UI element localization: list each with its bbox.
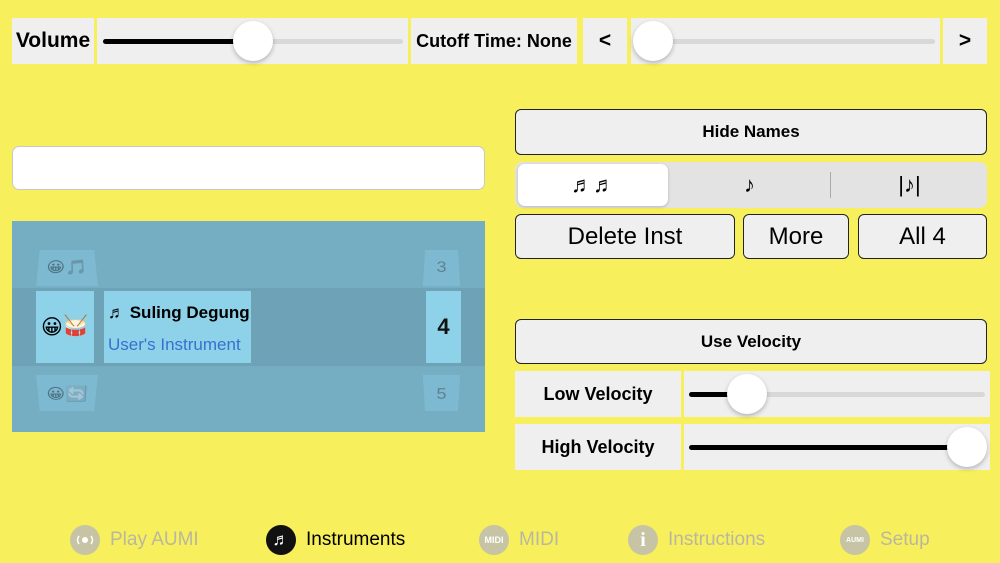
segment-notes-double[interactable]: ♬♬ [518, 164, 668, 206]
volume-slider[interactable] [97, 18, 408, 64]
emoji-instrument: 🎵 [65, 258, 89, 275]
prev-label: < [598, 29, 612, 52]
music-note-icon: ♬ [266, 525, 296, 555]
emoji-cell: 😀 🔄 [36, 374, 98, 411]
tab-label: Instruments [306, 529, 406, 550]
high-velocity-knob[interactable] [947, 427, 987, 467]
volume-label-box: Volume [12, 18, 94, 64]
hide-names-label: Hide Names [702, 122, 800, 141]
instrument-name: ♬ Suling Degung [108, 303, 250, 322]
cutoff-slider[interactable] [631, 18, 940, 64]
row-number: 3 [436, 258, 447, 275]
speaker-icon [70, 525, 100, 555]
volume-label: Volume [15, 29, 91, 52]
segment-note-single[interactable]: ♪ [672, 162, 827, 208]
tab-bar: Play AUMI ♬ Instruments MIDI MIDI i Inst… [0, 515, 1000, 563]
cutoff-label-box: Cutoff Time: None [411, 18, 577, 64]
tab-label: Instructions [668, 529, 766, 550]
low-velocity-label: Low Velocity [543, 383, 653, 404]
next-label: > [958, 29, 972, 52]
icon-glyph: i [640, 528, 646, 551]
instrument-name-cell: ♬ Suling Degung User's Instrument [104, 291, 251, 363]
use-velocity-label: Use Velocity [700, 331, 802, 351]
low-velocity-label-box: Low Velocity [515, 371, 681, 417]
instrument-subtitle: User's Instrument [108, 335, 241, 354]
midi-icon: MIDI [479, 525, 509, 555]
icon-glyph: MIDI [484, 535, 504, 545]
hide-names-button[interactable]: Hide Names [515, 109, 987, 155]
tab-setup[interactable]: AUMI Setup [840, 523, 930, 557]
more-button[interactable]: More [743, 214, 849, 259]
volume-fill [103, 39, 253, 44]
number-cell: 4 [426, 291, 461, 363]
tab-label: Setup [880, 529, 930, 550]
all-button[interactable]: All 4 [858, 214, 987, 259]
display-mode-segmented-control[interactable]: ♬♬ ♪ |♪| [515, 162, 987, 208]
number-cell: 5 [422, 374, 461, 411]
tab-label: Play AUMI [110, 529, 199, 550]
info-icon: i [628, 525, 658, 555]
cutoff-prev-button[interactable]: < [583, 18, 627, 64]
emoji-face: 😀 [40, 315, 63, 339]
emoji-cell: 😀 🥁 [36, 291, 94, 363]
cutoff-knob[interactable] [633, 21, 673, 61]
segment-label: |♪| [898, 172, 921, 197]
aumi-icon: AUMI [840, 525, 870, 555]
volume-knob[interactable] [233, 21, 273, 61]
delete-inst-button[interactable]: Delete Inst [515, 214, 735, 259]
emoji-face: 😀 [45, 258, 66, 275]
all-label: All 4 [899, 222, 946, 250]
picker-row-selected[interactable]: 😀 🥁 ♬ Suling Degung User's Instrument 4 [12, 288, 485, 366]
emoji-instrument: 🔄 [65, 385, 89, 402]
delete-label: Delete Inst [567, 222, 683, 250]
segment-note-bars[interactable]: |♪| [832, 162, 987, 208]
row-number: 5 [436, 385, 447, 402]
tab-midi[interactable]: MIDI MIDI [479, 523, 559, 557]
segment-label: ♪ [744, 172, 755, 197]
cutoff-track [635, 39, 935, 44]
emoji-cell: 😀 🎵 [36, 250, 98, 287]
search-input[interactable] [12, 146, 485, 190]
cutoff-label: Cutoff Time: None [416, 30, 572, 51]
cutoff-next-button[interactable]: > [943, 18, 987, 64]
picker-row[interactable]: 😀 🔄 5 [12, 368, 485, 426]
number-cell: 3 [422, 250, 461, 287]
use-velocity-button[interactable]: Use Velocity [515, 319, 987, 364]
tab-label: MIDI [519, 529, 560, 550]
low-velocity-knob[interactable] [727, 374, 767, 414]
emoji-instrument: 🥁 [62, 315, 90, 338]
tab-play-aumi[interactable]: Play AUMI [70, 523, 199, 557]
segment-divider [830, 172, 831, 198]
instrument-picker[interactable]: 😀 🎵 3 😀 🥁 ♬ Suling Degung User's Instrumen… [12, 221, 485, 432]
tab-instruments[interactable]: ♬ Instruments [266, 523, 405, 557]
high-velocity-fill [689, 445, 959, 450]
emoji-face: 😀 [45, 385, 66, 402]
icon-glyph: AUMI [846, 536, 864, 544]
high-velocity-slider[interactable] [684, 424, 990, 470]
row-number: 4 [437, 314, 450, 339]
high-velocity-label-box: High Velocity [515, 424, 681, 470]
tab-instructions[interactable]: i Instructions [628, 523, 765, 557]
icon-glyph: ♬ [272, 530, 290, 549]
more-label: More [768, 222, 824, 250]
low-velocity-slider[interactable] [684, 371, 990, 417]
high-velocity-label: High Velocity [541, 436, 655, 457]
segment-label: ♬♬ [571, 172, 615, 197]
